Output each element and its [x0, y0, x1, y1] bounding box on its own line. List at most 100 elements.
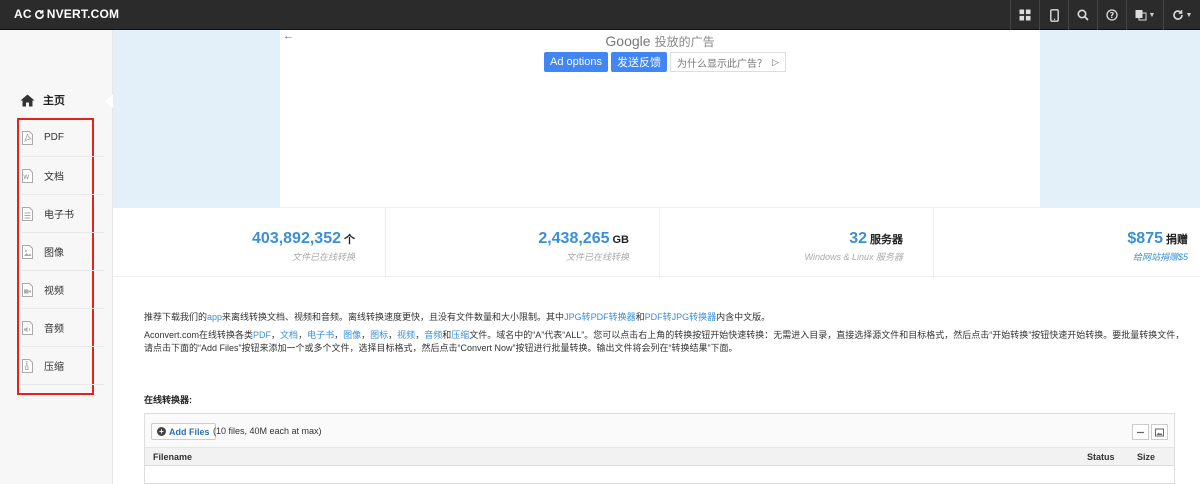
- stat-caption: Windows & Linux 服务器: [804, 252, 903, 262]
- help-icon: ?: [1106, 9, 1118, 21]
- stat-unit: 个: [344, 234, 355, 246]
- text: 和: [442, 330, 452, 340]
- chevron-down-icon: ▼: [1185, 11, 1193, 19]
- search-button[interactable]: [1068, 0, 1097, 30]
- file-table-header: Filename Status Size: [145, 448, 1174, 466]
- list-view-button[interactable]: [1132, 424, 1149, 440]
- ebook-link[interactable]: 电子书: [307, 330, 334, 340]
- column-status: Status: [1087, 452, 1115, 462]
- intro-paragraph-1: 推荐下载我们的app来离线转换文档、视频和音频。离线转换速度更快，且没有文件数量…: [144, 311, 1189, 324]
- stats-bar: 403,892,352 个 文件已在线转换 2,438,265 GB 文件已在线转换…: [113, 207, 1200, 278]
- stat-value: 403,892,352: [252, 230, 341, 247]
- grid-button[interactable]: [1010, 0, 1039, 30]
- convert-dropdown[interactable]: ▼: [1163, 0, 1200, 30]
- grid-icon: [1019, 9, 1031, 21]
- add-files-label: Add Files: [169, 426, 210, 437]
- text: ，: [271, 330, 281, 340]
- stat-caption: 文件已在线转换: [565, 252, 629, 262]
- help-button[interactable]: ?: [1097, 0, 1126, 30]
- stat-unit: 服务器: [870, 234, 903, 246]
- ad-why-label: 为什么显示此广告？: [676, 58, 767, 70]
- search-icon: [1077, 9, 1089, 21]
- audio-link[interactable]: 音频: [424, 330, 442, 340]
- donate-link[interactable]: 给网站捐赠$5: [1133, 250, 1188, 263]
- intro-text: 推荐下载我们的app来离线转换文档、视频和音频。离线转换速度更快，且没有文件数量…: [144, 311, 1189, 360]
- svg-text:W: W: [23, 174, 29, 181]
- sidebar-item-label: 文档: [44, 172, 64, 183]
- text: ，: [361, 330, 371, 340]
- sidebar-item-home[interactable]: 主页: [20, 92, 65, 108]
- app-link[interactable]: app: [207, 312, 222, 322]
- pdf-icon: [22, 130, 33, 145]
- logo-refresh-icon: [34, 9, 44, 19]
- sidebar-item-document[interactable]: W 文档: [22, 157, 104, 195]
- video-link[interactable]: 视频: [397, 330, 415, 340]
- text: 推荐下载我们的: [144, 312, 208, 322]
- play-icon: ▷: [771, 56, 779, 67]
- sidebar-item-image[interactable]: 图像: [22, 233, 104, 271]
- mobile-icon: [1049, 8, 1059, 22]
- audio-icon: [22, 320, 33, 335]
- ad-options-button[interactable]: Ad options: [544, 52, 608, 72]
- left-sidebar: 主页 PDF W 文档 电子书 图像 视频 音频 压缩: [0, 30, 113, 484]
- ad-header: Google 投放的广告: [280, 33, 1040, 50]
- image-icon: [22, 244, 33, 259]
- stat-unit: 捐赠: [1166, 234, 1188, 246]
- sidebar-item-label: 电子书: [44, 210, 74, 221]
- sidebar-item-label: PDF: [44, 132, 64, 143]
- language-icon: [1135, 10, 1147, 21]
- archive-icon: [22, 358, 33, 373]
- add-files-button[interactable]: + Add Files: [151, 423, 216, 440]
- video-icon: [22, 282, 33, 297]
- ad-banner: ← Google 投放的广告 Ad options 发送反馈 为什么显示此广告？ …: [113, 30, 1200, 207]
- document-link[interactable]: 文档: [280, 330, 298, 340]
- stat-unit: GB: [612, 234, 630, 246]
- text: ，: [415, 330, 425, 340]
- icon-link[interactable]: 图标: [370, 330, 388, 340]
- converter-title: 在线转换器:: [144, 395, 192, 405]
- site-logo[interactable]: AC NVERT.COM: [14, 7, 119, 21]
- plus-icon: +: [157, 427, 166, 436]
- pdf-link[interactable]: PDF: [253, 330, 271, 340]
- ad-tag: 投放的广告: [654, 35, 715, 49]
- ad-feedback-button[interactable]: 发送反馈: [610, 52, 667, 72]
- language-dropdown[interactable]: ▼: [1126, 0, 1163, 30]
- jpg-to-pdf-link[interactable]: JPG转PDF转换器: [564, 312, 636, 322]
- text: ，: [334, 330, 344, 340]
- ad-why-button[interactable]: 为什么显示此广告？ ▷: [669, 52, 786, 72]
- upload-limit-hint: (10 files, 40M each at max): [213, 426, 322, 436]
- image-icon: [1155, 428, 1164, 436]
- archive-link[interactable]: 压缩: [451, 330, 469, 340]
- ad-panel: ← Google 投放的广告 Ad options 发送反馈 为什么显示此广告？ …: [280, 30, 1040, 207]
- image-link[interactable]: 图像: [343, 330, 361, 340]
- sidebar-item-archive[interactable]: 压缩: [22, 347, 104, 385]
- stat-value: $875: [1127, 230, 1163, 247]
- sidebar-item-pdf[interactable]: PDF: [22, 119, 104, 157]
- refresh-icon: [1172, 10, 1183, 20]
- document-icon: W: [22, 168, 33, 183]
- sidebar-item-audio[interactable]: 音频: [22, 309, 104, 347]
- list-icon: [1137, 431, 1144, 433]
- stat-caption: 文件已在线转换: [291, 252, 355, 262]
- sidebar-item-label: 视频: [44, 286, 64, 297]
- text: Aconvert.com在线转换各类: [144, 330, 254, 340]
- stat-value: 32: [849, 230, 867, 247]
- sidebar-item-label: 主页: [43, 95, 65, 107]
- text: ，: [298, 330, 308, 340]
- stat-files: 403,892,352 个 文件已在线转换: [113, 208, 386, 278]
- intro-paragraph-2: Aconvert.com在线转换各类PDF，文档，电子书，图像，图标，视频，音频…: [144, 329, 1189, 355]
- text: 和: [635, 312, 645, 322]
- stat-servers: 32 服务器 Windows & Linux 服务器: [660, 208, 934, 278]
- mobile-button[interactable]: [1039, 0, 1068, 30]
- pdf-to-jpg-link[interactable]: PDF转JPG转换器: [645, 312, 717, 322]
- stat-gb: 2,438,265 GB 文件已在线转换: [386, 208, 660, 278]
- sidebar-item-ebook[interactable]: 电子书: [22, 195, 104, 233]
- sidebar-item-label: 图像: [44, 248, 64, 259]
- top-navbar: AC NVERT.COM ? ▼ ▼: [0, 0, 1200, 30]
- ebook-icon: [22, 206, 33, 221]
- stat-value: 2,438,265: [538, 230, 610, 247]
- text: 来离线转换文档、视频和音频。离线转换速度更快，且没有文件数量和大小限制。其中: [222, 312, 565, 322]
- thumbnail-view-button[interactable]: [1151, 424, 1168, 440]
- svg-text:?: ?: [1110, 11, 1115, 20]
- sidebar-item-video[interactable]: 视频: [22, 271, 104, 309]
